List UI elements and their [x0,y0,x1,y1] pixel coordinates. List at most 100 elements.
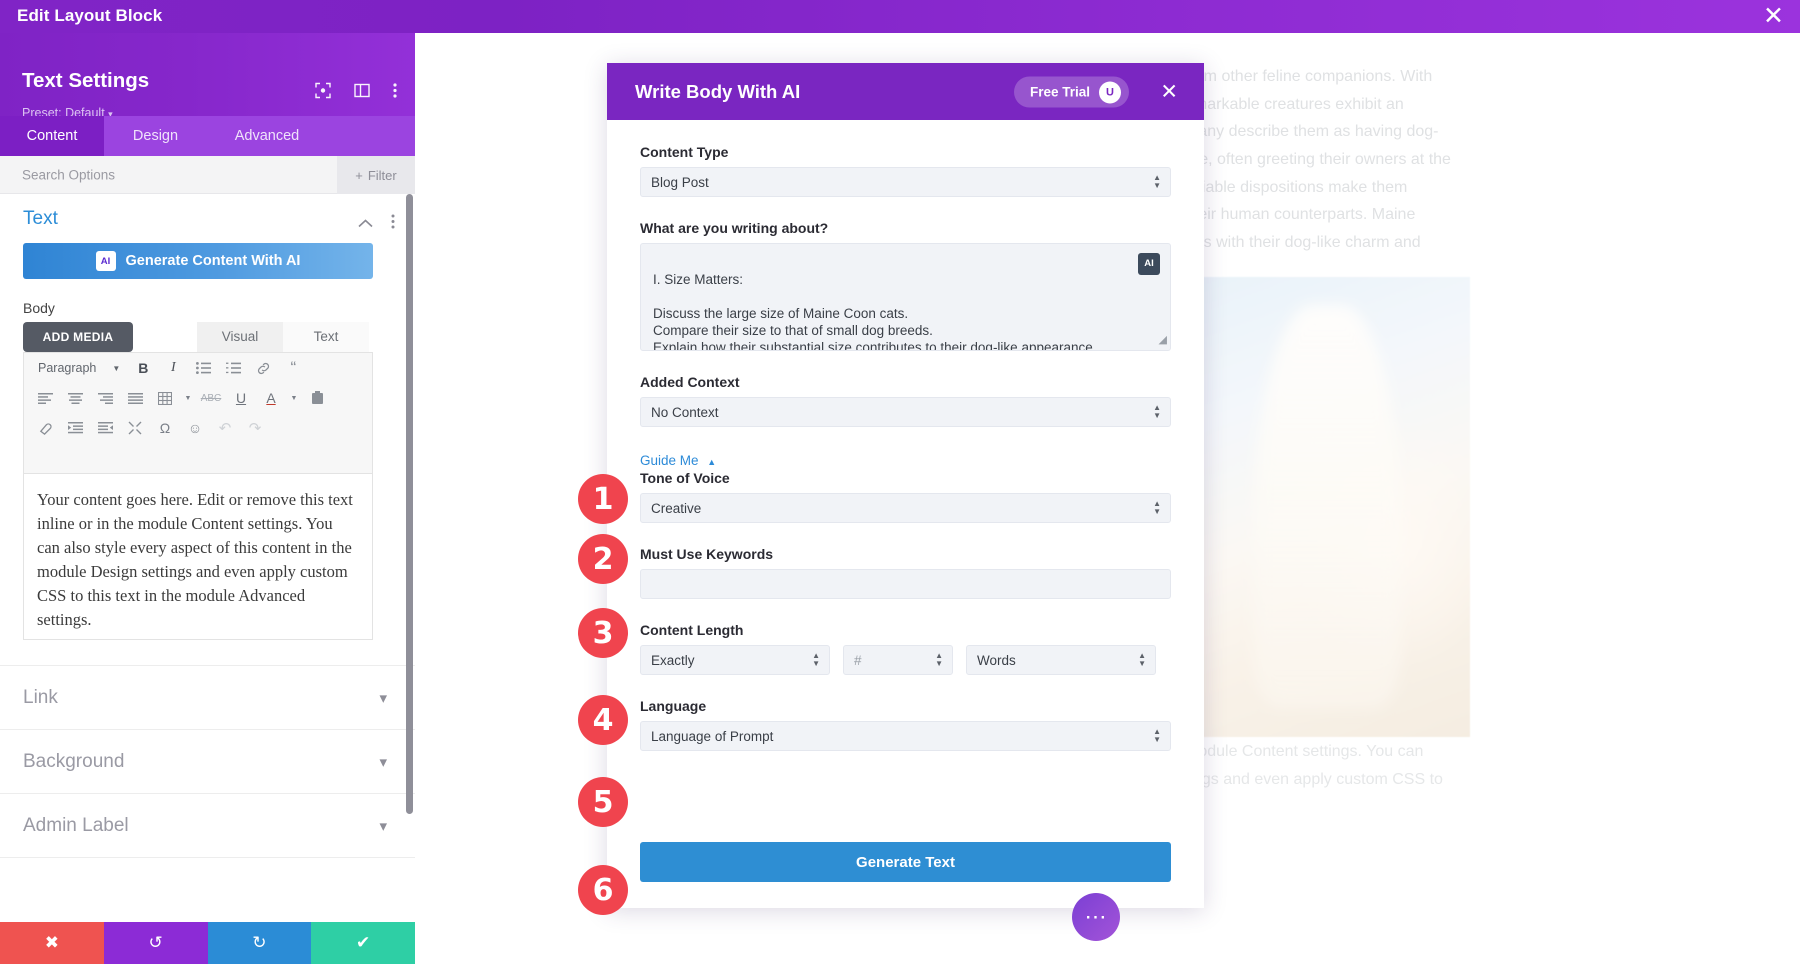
body-field-label: Body [23,300,55,316]
editor-mode-tabs: Visual Text [197,322,369,352]
tab-design[interactable]: Design [104,116,207,156]
align-left-icon[interactable] [32,385,58,411]
prompt-textarea[interactable]: I. Size Matters: Discuss the large size … [640,243,1171,351]
tab-advanced[interactable]: Advanced [207,116,327,156]
resize-handle-icon[interactable]: ◢ [1159,334,1167,348]
redo-button[interactable]: ↻ [207,922,312,964]
stepper-arrows-icon: ▲ ▼ [1153,173,1161,190]
tone-of-voice-label: Tone of Voice [640,470,730,486]
special-character-icon[interactable]: Ω [152,415,178,441]
language-value: Language of Prompt [651,728,774,744]
content-type-select[interactable]: Blog Post ▲ ▼ [640,167,1171,197]
search-input[interactable]: Search Options [22,168,115,183]
close-icon[interactable]: ✕ [1160,80,1178,105]
plus-icon: + [355,167,363,183]
prompt-label: What are you writing about? [640,220,829,236]
kebab-menu-icon[interactable] [391,214,395,234]
chevron-down-icon: ▼ [112,363,121,373]
align-right-icon[interactable] [92,385,118,411]
added-context-label: Added Context [640,374,740,390]
modal-title: Write Body With AI [635,81,801,102]
tone-of-voice-select[interactable]: Creative ▲ ▼ [640,493,1171,523]
strikethrough-icon[interactable]: ABC [198,385,224,411]
number-spinner-icon[interactable]: ▲ ▼ [935,652,943,668]
layout-columns-icon[interactable] [354,83,370,103]
link-icon[interactable] [250,355,276,381]
clear-formatting-icon[interactable] [32,415,58,441]
must-use-keywords-input[interactable] [640,569,1171,599]
align-justify-icon[interactable] [122,385,148,411]
chevron-down-icon: ▾ [379,754,387,771]
add-media-button[interactable]: ADD MEDIA [23,322,133,352]
paragraph-format-select[interactable]: Paragraph ▼ [32,361,126,375]
underline-icon[interactable]: U [228,385,254,411]
content-length-unit-select[interactable]: Words ▲ ▼ [966,645,1156,675]
chevron-down-icon: ▾ [379,690,387,707]
top-bar-title: Edit Layout Block [17,6,163,25]
accordion-link[interactable]: Link ▾ [0,665,415,729]
tab-visual[interactable]: Visual [197,322,283,352]
chevron-up-icon[interactable] [358,215,373,233]
chevron-down-icon: ▾ [379,818,387,835]
increase-indent-icon[interactable] [92,415,118,441]
focus-icon[interactable] [315,82,331,104]
stepper-arrows-icon: ▲ ▼ [812,651,820,668]
bold-icon[interactable]: B [130,355,156,381]
content-length-mode-select[interactable]: Exactly ▲ ▼ [640,645,830,675]
save-button[interactable]: ✔ [311,922,415,964]
bulleted-list-icon[interactable] [190,355,216,381]
language-select[interactable]: Language of Prompt ▲ ▼ [640,721,1171,751]
body-content-editor[interactable]: Your content goes here. Edit or remove t… [23,473,373,640]
blockquote-icon[interactable]: “ [280,355,306,381]
align-center-icon[interactable] [62,385,88,411]
insert-more-icon[interactable] [122,415,148,441]
added-context-select[interactable]: No Context ▲ ▼ [640,397,1171,427]
generate-ai-label: Generate Content With AI [125,253,301,269]
text-color-dropdown-icon[interactable]: ▼ [288,385,300,411]
paste-as-text-icon[interactable] [304,385,330,411]
text-color-icon[interactable]: A [258,385,284,411]
italic-icon[interactable]: I [160,355,186,381]
content-length-amount-input[interactable]: # ▲ ▼ [843,645,953,675]
tab-text[interactable]: Text [283,322,369,352]
content-length-unit-value: Words [977,652,1016,668]
annotation-badge-1: 1 [578,474,628,524]
annotation-badge-3: 3 [578,608,628,658]
free-trial-badge[interactable]: Free Trial U [1013,76,1129,108]
content-length-row: Exactly ▲ ▼ # ▲ ▼ Words ▲ ▼ [640,645,1171,675]
generate-content-with-ai-button[interactable]: AI Generate Content With AI [23,243,373,279]
ai-icon[interactable]: AI [1138,253,1160,275]
panel-scrollbar[interactable] [406,194,413,814]
annotation-badge-6: 6 [578,865,628,915]
accordion-divider [0,857,415,887]
panel-body: Text AI Generate Content With AI Body AD… [0,194,415,924]
decrease-indent-icon[interactable] [62,415,88,441]
panel-tabs: Content Design Advanced [0,116,415,156]
stepper-arrows-icon: ▲ ▼ [1153,403,1161,420]
undo-button[interactable]: ↺ [103,922,208,964]
panel-header-icons [315,82,397,104]
cancel-button[interactable]: ✖ [0,922,104,964]
accordion-admin-label[interactable]: Admin Label ▾ [0,793,415,857]
must-use-keywords-label: Must Use Keywords [640,546,774,562]
accordion-background[interactable]: Background ▾ [0,729,415,793]
table-icon[interactable] [152,385,178,411]
write-body-with-ai-modal: Write Body With AI Free Trial U ✕ Conten… [607,63,1204,908]
redo-icon[interactable]: ↷ [242,415,268,441]
close-icon[interactable]: ✕ [1763,3,1784,29]
numbered-list-icon[interactable] [220,355,246,381]
language-label: Language [640,698,707,714]
more-options-icon[interactable]: ⋯ [1072,893,1120,941]
filter-button[interactable]: + Filter [337,156,415,194]
emoji-icon[interactable]: ☺ [182,415,208,441]
toolbar-row-2: ▼ ABC U A ▼ [24,383,372,413]
tab-content[interactable]: Content [0,116,104,156]
generate-text-button[interactable]: Generate Text [640,842,1171,882]
stepper-arrows-icon: ▲ ▼ [1153,499,1161,516]
guide-me-toggle[interactable]: Guide Me ▲ [640,453,1171,468]
annotation-badge-5: 5 [578,777,628,827]
table-dropdown-icon[interactable]: ▼ [182,385,194,411]
undo-icon[interactable]: ↶ [212,415,238,441]
kebab-menu-icon[interactable] [393,83,397,104]
modal-body: Content Type Blog Post ▲ ▼ What are you w… [607,120,1204,908]
